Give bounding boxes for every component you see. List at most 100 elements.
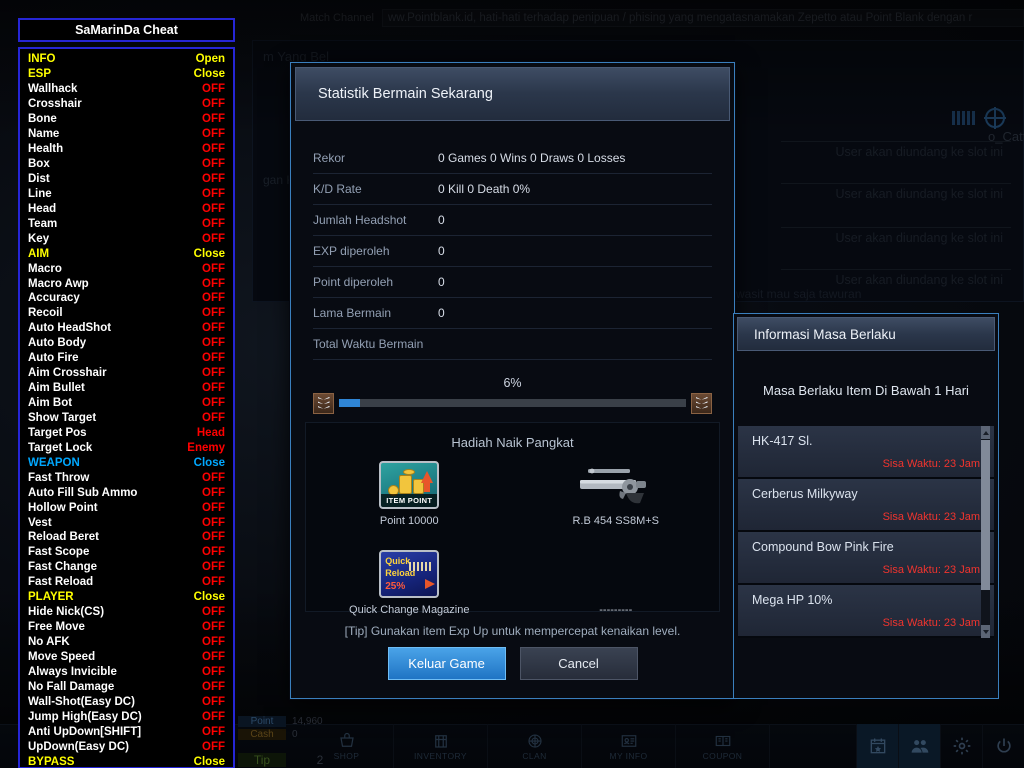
cheat-row[interactable]: ESP Close bbox=[28, 67, 225, 82]
cheat-row-name: No AFK bbox=[28, 636, 70, 649]
cheat-row[interactable]: UpDown(Easy DC) OFF bbox=[28, 739, 225, 754]
cheat-row-value: OFF bbox=[202, 665, 225, 678]
reward-title: Hadiah Naik Pangkat bbox=[451, 435, 574, 450]
nav-item-shop[interactable]: SHOP bbox=[300, 724, 394, 768]
cheat-row[interactable]: BYPASS Close bbox=[28, 754, 225, 767]
cheat-row-name: WEAPON bbox=[28, 456, 80, 469]
cheat-row[interactable]: WEAPON Close bbox=[28, 455, 225, 470]
cheat-row[interactable]: Line OFF bbox=[28, 186, 225, 201]
cheat-row-name: PLAYER bbox=[28, 591, 74, 604]
reward-item-name: R.B 454 SS8M+S bbox=[572, 515, 660, 527]
cheat-row[interactable]: Macro OFF bbox=[28, 261, 225, 276]
cheat-row[interactable]: Box OFF bbox=[28, 157, 225, 172]
nav-item-my-info[interactable]: MY INFO bbox=[582, 724, 676, 768]
reward-item[interactable]: Quick Reload 25% Quick Change Magazine bbox=[349, 550, 469, 639]
cheat-row[interactable]: Aim Crosshair OFF bbox=[28, 366, 225, 381]
stat-key: Point bbox=[238, 716, 286, 727]
cheat-row[interactable]: Hide Nick(CS) OFF bbox=[28, 605, 225, 620]
cheat-row[interactable]: Auto Body OFF bbox=[28, 336, 225, 351]
settings-button[interactable] bbox=[940, 724, 982, 768]
expiry-item[interactable]: Mega HP 10% Sisa Waktu: 23 Jam bbox=[738, 585, 994, 638]
cheat-row[interactable]: Name OFF bbox=[28, 127, 225, 142]
cheat-row-value: OFF bbox=[202, 740, 225, 753]
progress-fill bbox=[339, 399, 360, 407]
cheat-row-value: OFF bbox=[202, 292, 225, 305]
cheat-row-name: Fast Reload bbox=[28, 576, 94, 589]
power-button[interactable] bbox=[982, 724, 1024, 768]
stat-key: Tip bbox=[238, 752, 286, 767]
cheat-row[interactable]: Crosshair OFF bbox=[28, 97, 225, 112]
cheat-row[interactable]: Wallhack OFF bbox=[28, 82, 225, 97]
cheat-row[interactable]: Always Invicible OFF bbox=[28, 664, 225, 679]
reward-item[interactable]: R.B 454 SS8M+S bbox=[568, 461, 664, 550]
scroll-up-arrow-icon[interactable] bbox=[981, 426, 990, 439]
cheat-row[interactable]: Health OFF bbox=[28, 142, 225, 157]
cheat-row-name: Move Speed bbox=[28, 650, 96, 663]
calendar-button[interactable] bbox=[856, 724, 898, 768]
cheat-row[interactable]: Target Pos Head bbox=[28, 425, 225, 440]
cheat-row[interactable]: Fast Throw OFF bbox=[28, 470, 225, 485]
cheat-row[interactable]: INFO Open bbox=[28, 52, 225, 67]
friends-button[interactable] bbox=[898, 724, 940, 768]
cheat-row[interactable]: PLAYER Close bbox=[28, 590, 225, 605]
cheat-row[interactable]: Auto HeadShot OFF bbox=[28, 321, 225, 336]
cheat-row[interactable]: AIM Close bbox=[28, 246, 225, 261]
cheat-row-name: ESP bbox=[28, 68, 52, 81]
hud-buttons bbox=[856, 724, 1024, 768]
cheat-row[interactable]: Fast Change OFF bbox=[28, 560, 225, 575]
cheat-row[interactable]: Bone OFF bbox=[28, 112, 225, 127]
cheat-row[interactable]: Aim Bot OFF bbox=[28, 396, 225, 411]
cheat-row[interactable]: Move Speed OFF bbox=[28, 650, 225, 665]
cheat-row[interactable]: Fast Scope OFF bbox=[28, 545, 225, 560]
cheat-row-name: Fast Scope bbox=[28, 546, 90, 559]
cheat-row[interactable]: Recoil OFF bbox=[28, 306, 225, 321]
cheat-row[interactable]: Macro Awp OFF bbox=[28, 276, 225, 291]
expiry-scrollbar[interactable] bbox=[981, 426, 990, 638]
cheat-row-value: OFF bbox=[202, 486, 225, 499]
expiry-panel-title: Informasi Masa Berlaku bbox=[754, 326, 896, 342]
cheat-row[interactable]: Dist OFF bbox=[28, 172, 225, 187]
cheat-row[interactable]: Reload Beret OFF bbox=[28, 530, 225, 545]
scrollbar-thumb[interactable] bbox=[981, 440, 990, 590]
reward-item-name: Point 10000 bbox=[379, 515, 439, 527]
cheat-row[interactable]: Hollow Point OFF bbox=[28, 500, 225, 515]
nav-item-coupon[interactable]: COUPON bbox=[676, 724, 770, 768]
cheat-row-value: OFF bbox=[202, 516, 225, 529]
cheat-row[interactable]: Accuracy OFF bbox=[28, 291, 225, 306]
cheat-row-name: Always Invicible bbox=[28, 665, 117, 678]
cheat-row[interactable]: Auto Fire OFF bbox=[28, 351, 225, 366]
expiry-item[interactable]: HK-417 Sl. Sisa Waktu: 23 Jam bbox=[738, 426, 994, 479]
cancel-button[interactable]: Cancel bbox=[519, 647, 638, 680]
nav-item-clan[interactable]: CLAN bbox=[488, 724, 582, 768]
nav-item-inventory[interactable]: INVENTORY bbox=[394, 724, 488, 768]
cheat-row[interactable]: Show Target OFF bbox=[28, 411, 225, 426]
cheat-row[interactable]: Free Move OFF bbox=[28, 620, 225, 635]
cheat-row-name: Team bbox=[28, 217, 58, 230]
rank-reward-section: Hadiah Naik Pangkat ITEM POINT Point 100… bbox=[305, 422, 720, 616]
cheat-row[interactable]: Key OFF bbox=[28, 231, 225, 246]
cheat-row[interactable]: Auto Fill Sub Ammo OFF bbox=[28, 485, 225, 500]
cheat-row-value: OFF bbox=[202, 262, 225, 275]
expiry-item[interactable]: Cerberus Milkyway Sisa Waktu: 23 Jam bbox=[738, 479, 994, 532]
cheat-menu-title: SaMarinDa Cheat bbox=[75, 23, 178, 37]
cheat-row[interactable]: Anti UpDown[SHIFT] OFF bbox=[28, 724, 225, 739]
exit-game-button[interactable]: Keluar Game bbox=[387, 647, 506, 680]
cheat-row[interactable]: Team OFF bbox=[28, 216, 225, 231]
progress-percent-label: 6% bbox=[503, 376, 522, 390]
cheat-row[interactable]: No Fall Damage OFF bbox=[28, 679, 225, 694]
cheat-row[interactable]: Aim Bullet OFF bbox=[28, 381, 225, 396]
cheat-row-name: Wallhack bbox=[28, 83, 78, 96]
cheat-row[interactable]: Fast Reload OFF bbox=[28, 575, 225, 590]
reward-item[interactable]: ITEM POINT Point 10000 bbox=[379, 461, 440, 550]
cheat-row-name: Accuracy bbox=[28, 292, 80, 305]
cheat-row[interactable]: Jump High(Easy DC) OFF bbox=[28, 709, 225, 724]
scroll-down-arrow-icon[interactable] bbox=[981, 625, 990, 638]
cheat-row[interactable]: Vest OFF bbox=[28, 515, 225, 530]
expiry-item[interactable]: Compound Bow Pink Fire Sisa Waktu: 23 Jam bbox=[738, 532, 994, 585]
cheat-row-value: OFF bbox=[202, 172, 225, 185]
cheat-row[interactable]: Head OFF bbox=[28, 201, 225, 216]
cheat-row[interactable]: Wall-Shot(Easy DC) OFF bbox=[28, 694, 225, 709]
rank-current-icon bbox=[313, 393, 334, 414]
cheat-row[interactable]: Target Lock Enemy bbox=[28, 440, 225, 455]
cheat-row[interactable]: No AFK OFF bbox=[28, 635, 225, 650]
